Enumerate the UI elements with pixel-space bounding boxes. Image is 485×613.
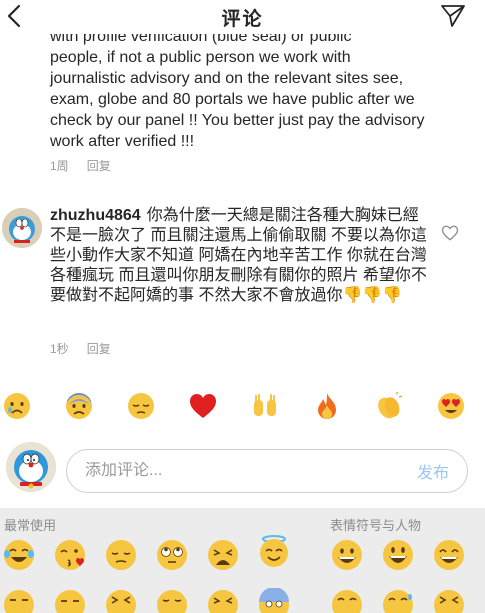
beaming-emoji-key[interactable] xyxy=(330,588,364,613)
like-button[interactable] xyxy=(441,224,459,242)
quick-emoji-bar xyxy=(0,383,485,431)
doraemon-avatar-icon xyxy=(2,208,42,248)
smile-emoji-key[interactable] xyxy=(432,538,466,572)
comment-text: people, if not a public person we work w… xyxy=(50,49,425,150)
confused-emoji-key[interactable] xyxy=(53,588,87,613)
send-icon xyxy=(441,5,465,27)
anxious-face-icon[interactable] xyxy=(64,391,94,421)
clapping-hands-icon[interactable] xyxy=(374,391,404,421)
comment-item: zhuzhu4864 你為什麼一天總是關注各種大胸妹已經不是一臉次了 而且關注還馬… xyxy=(50,206,430,306)
comment-input-box: 发布 xyxy=(66,449,468,493)
doraemon-avatar-icon xyxy=(6,442,56,492)
reply-button[interactable]: 回复 xyxy=(87,157,111,174)
reply-button[interactable]: 回复 xyxy=(87,340,111,357)
eye-roll-emoji-key[interactable] xyxy=(155,538,189,572)
heart-eyes-face-icon[interactable] xyxy=(436,391,466,421)
red-heart-icon[interactable] xyxy=(188,391,218,421)
comment-meta: 1秒 回复 xyxy=(50,340,111,357)
emoji-category-label: 表情符号与人物 xyxy=(330,518,422,533)
comment-clipped-line: with profile verification (blue seal) or… xyxy=(50,34,352,45)
comment-composer: 发布 xyxy=(0,436,485,506)
recent-emoji-label: 最常使用 xyxy=(4,518,57,533)
tired-emoji-key[interactable] xyxy=(206,588,240,613)
pensive-emoji-key[interactable] xyxy=(104,538,138,572)
top-bar: 评论 xyxy=(0,0,485,34)
unamused-emoji-key[interactable] xyxy=(2,588,36,613)
crying-face-icon[interactable] xyxy=(2,391,32,421)
grinning-emoji-key[interactable] xyxy=(330,538,364,572)
back-button[interactable] xyxy=(2,2,26,30)
comment-time: 1周 xyxy=(50,159,69,173)
halo-emoji-key[interactable] xyxy=(257,534,291,568)
raising-hands-icon[interactable] xyxy=(250,391,280,421)
emoji-keyboard: 最常使用 表情符号与人物 xyxy=(0,508,485,613)
heart-outline-icon xyxy=(441,225,459,241)
comment-input[interactable] xyxy=(85,462,417,480)
pensive-face-icon[interactable] xyxy=(126,391,156,421)
avatar xyxy=(6,442,56,492)
comments-list[interactable]: with profile verification (blue seal) or… xyxy=(0,34,485,380)
chevron-left-icon xyxy=(7,4,21,28)
comment-time: 1秒 xyxy=(50,342,69,356)
publish-button[interactable]: 发布 xyxy=(417,459,449,483)
avatar[interactable] xyxy=(2,208,42,248)
send-button[interactable] xyxy=(439,2,467,30)
tears-of-joy-emoji-key[interactable] xyxy=(2,538,36,572)
sweat-smile-emoji-key[interactable] xyxy=(381,588,415,613)
smirk-emoji-key[interactable] xyxy=(155,588,189,613)
smiley-emoji-key[interactable] xyxy=(381,538,415,572)
page-title: 评论 xyxy=(221,8,264,30)
confounded-emoji-key[interactable] xyxy=(104,588,138,613)
weary-emoji-key[interactable] xyxy=(206,538,240,572)
fire-icon[interactable] xyxy=(312,391,342,421)
kissing-heart-emoji-key[interactable] xyxy=(53,538,87,572)
thumbs-down-emoji: 👎👎👎 xyxy=(342,287,403,304)
screaming-emoji-key[interactable] xyxy=(257,588,291,613)
laughing-emoji-key[interactable] xyxy=(432,588,466,613)
comment-meta: 1周 回复 xyxy=(50,157,111,174)
comment-username[interactable]: zhuzhu4864 xyxy=(50,207,141,224)
